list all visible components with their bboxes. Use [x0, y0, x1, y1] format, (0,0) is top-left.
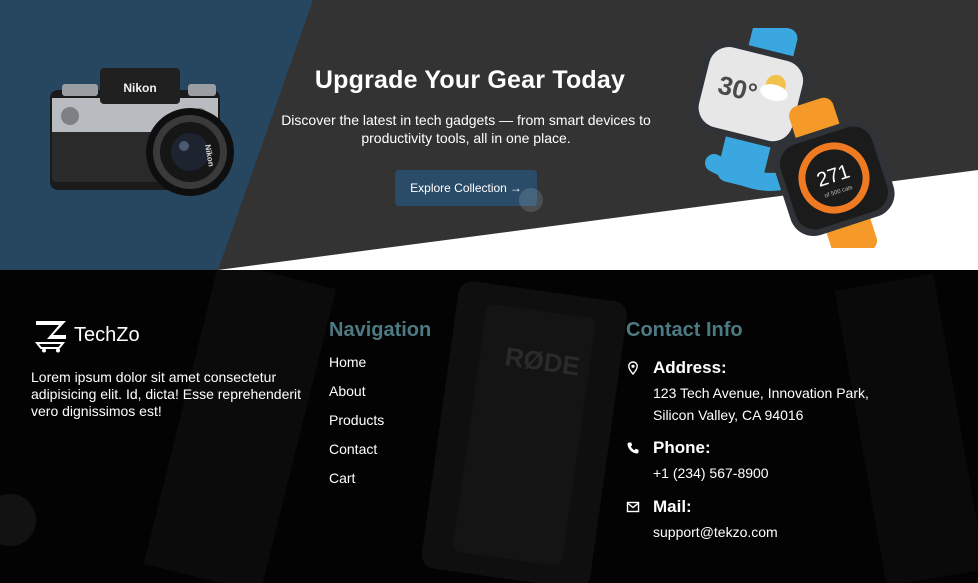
map-pin-icon [628, 361, 638, 375]
footer-nav-home[interactable]: Home [329, 352, 384, 381]
address-value: 123 Tech Avenue, Innovation Park, Silico… [653, 382, 893, 426]
footer-nav-about[interactable]: About [329, 381, 384, 410]
brand-description: Lorem ipsum dolor sit amet consectetur a… [31, 369, 302, 419]
phone-label: Phone: [653, 438, 711, 457]
address-line-2: Silicon Valley, CA 94016 [653, 407, 804, 423]
phone-icon [627, 442, 639, 454]
contact-info-heading: Contact Info [626, 319, 743, 341]
mail-icon [626, 501, 640, 513]
phone-value[interactable]: +1 (234) 567-8900 [653, 462, 893, 484]
explore-collection-button[interactable]: Explore Collection → [395, 170, 537, 206]
footer-nav-cart[interactable]: Cart [329, 468, 384, 497]
hero-description: Discover the latest in tech gadgets — fr… [281, 112, 651, 146]
camera-brand-text: Nikon [123, 81, 156, 95]
brand[interactable]: TechZo [33, 317, 140, 353]
mail-value[interactable]: support@tekzo.com [653, 521, 893, 543]
camera-image: Nikon Nikon [50, 68, 234, 196]
navigation-heading: Navigation [329, 319, 432, 341]
hero-title: Upgrade Your Gear Today [314, 66, 626, 94]
mail-label: Mail: [653, 497, 692, 516]
cursor-highlight [519, 188, 543, 212]
footer-nav-contact[interactable]: Contact [329, 439, 384, 468]
smartwatch-image: 30° 271 of 500 cals [692, 28, 895, 248]
hero-banner: Nikon Nikon Upgrade Your Gear Today Disc… [0, 0, 978, 270]
site-footer: RØDE TechZo Lorem ipsum dolor sit amet c… [0, 270, 978, 583]
address-line-1: 123 Tech Avenue, Innovation Park, [653, 385, 869, 401]
address-label: Address: [653, 358, 727, 377]
techzo-logo-icon [34, 321, 66, 353]
explore-collection-label: Explore Collection [410, 181, 507, 195]
footer-nav-products[interactable]: Products [329, 410, 384, 439]
brand-name: TechZo [74, 323, 140, 346]
footer-nav-list: Home About Products Contact Cart [329, 352, 384, 497]
